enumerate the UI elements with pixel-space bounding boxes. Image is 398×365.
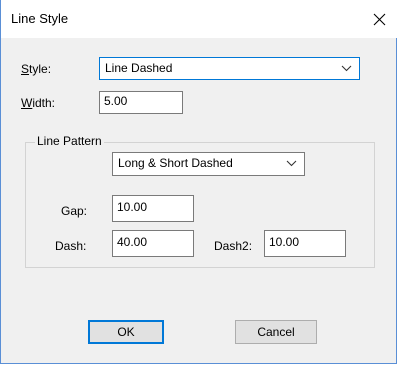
close-button[interactable] bbox=[361, 1, 398, 37]
line-pattern-group-label: Line Pattern bbox=[35, 134, 104, 148]
cancel-button[interactable]: Cancel bbox=[235, 320, 317, 344]
chevron-down-icon bbox=[286, 160, 297, 167]
dash-field[interactable]: 40.00 bbox=[112, 230, 194, 257]
width-label: Width: bbox=[21, 96, 56, 110]
chevron-down-icon bbox=[341, 65, 352, 72]
gap-label: Gap: bbox=[61, 204, 88, 218]
dialog-title: Line Style bbox=[11, 11, 69, 26]
title-bar: Line Style bbox=[1, 0, 398, 38]
style-label: Style: bbox=[21, 62, 52, 76]
dash-label: Dash: bbox=[55, 239, 87, 253]
pattern-dropdown-value: Long & Short Dashed bbox=[118, 156, 233, 170]
gap-field[interactable]: 10.00 bbox=[112, 195, 194, 222]
dash2-label: Dash2: bbox=[214, 239, 253, 253]
style-dropdown-value: Line Dashed bbox=[105, 61, 173, 75]
close-icon bbox=[373, 13, 386, 25]
line-style-dialog: Line Style Style: Line Dashed Width: 5.0… bbox=[0, 0, 398, 364]
style-dropdown[interactable]: Line Dashed bbox=[99, 57, 360, 80]
ok-button[interactable]: OK bbox=[88, 320, 164, 344]
dash2-field[interactable]: 10.00 bbox=[264, 230, 346, 257]
width-field[interactable]: 5.00 bbox=[99, 91, 183, 114]
pattern-dropdown[interactable]: Long & Short Dashed bbox=[112, 152, 305, 176]
